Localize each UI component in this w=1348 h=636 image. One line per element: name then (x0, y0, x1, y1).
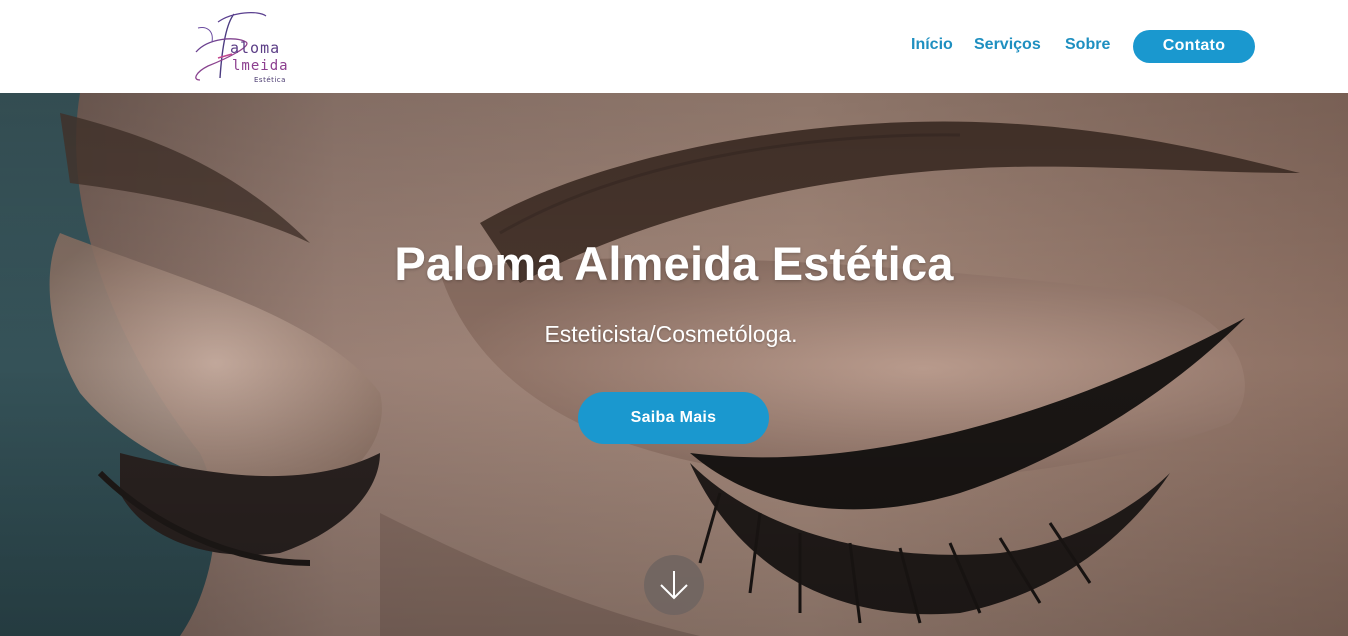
arrow-down-icon (660, 571, 688, 600)
contato-button[interactable]: Contato (1133, 30, 1255, 63)
site-header: aloma lmeida Estética Início Serviços So… (0, 0, 1348, 93)
nav-link-inicio[interactable]: Início (911, 36, 953, 54)
nav-link-servicos[interactable]: Serviços (974, 36, 1041, 54)
hero-title: Paloma Almeida Estética (394, 237, 954, 290)
hero-section: Paloma Almeida Estética Esteticista/Cosm… (0, 93, 1348, 636)
hero-subtitle: Esteticista/Cosmetóloga. (544, 321, 798, 347)
scroll-down-button[interactable] (644, 555, 704, 615)
saiba-mais-button[interactable]: Saiba Mais (578, 392, 769, 444)
nav-link-sobre[interactable]: Sobre (1065, 36, 1110, 54)
main-nav: Início Serviços Sobre Contato (0, 0, 1348, 93)
